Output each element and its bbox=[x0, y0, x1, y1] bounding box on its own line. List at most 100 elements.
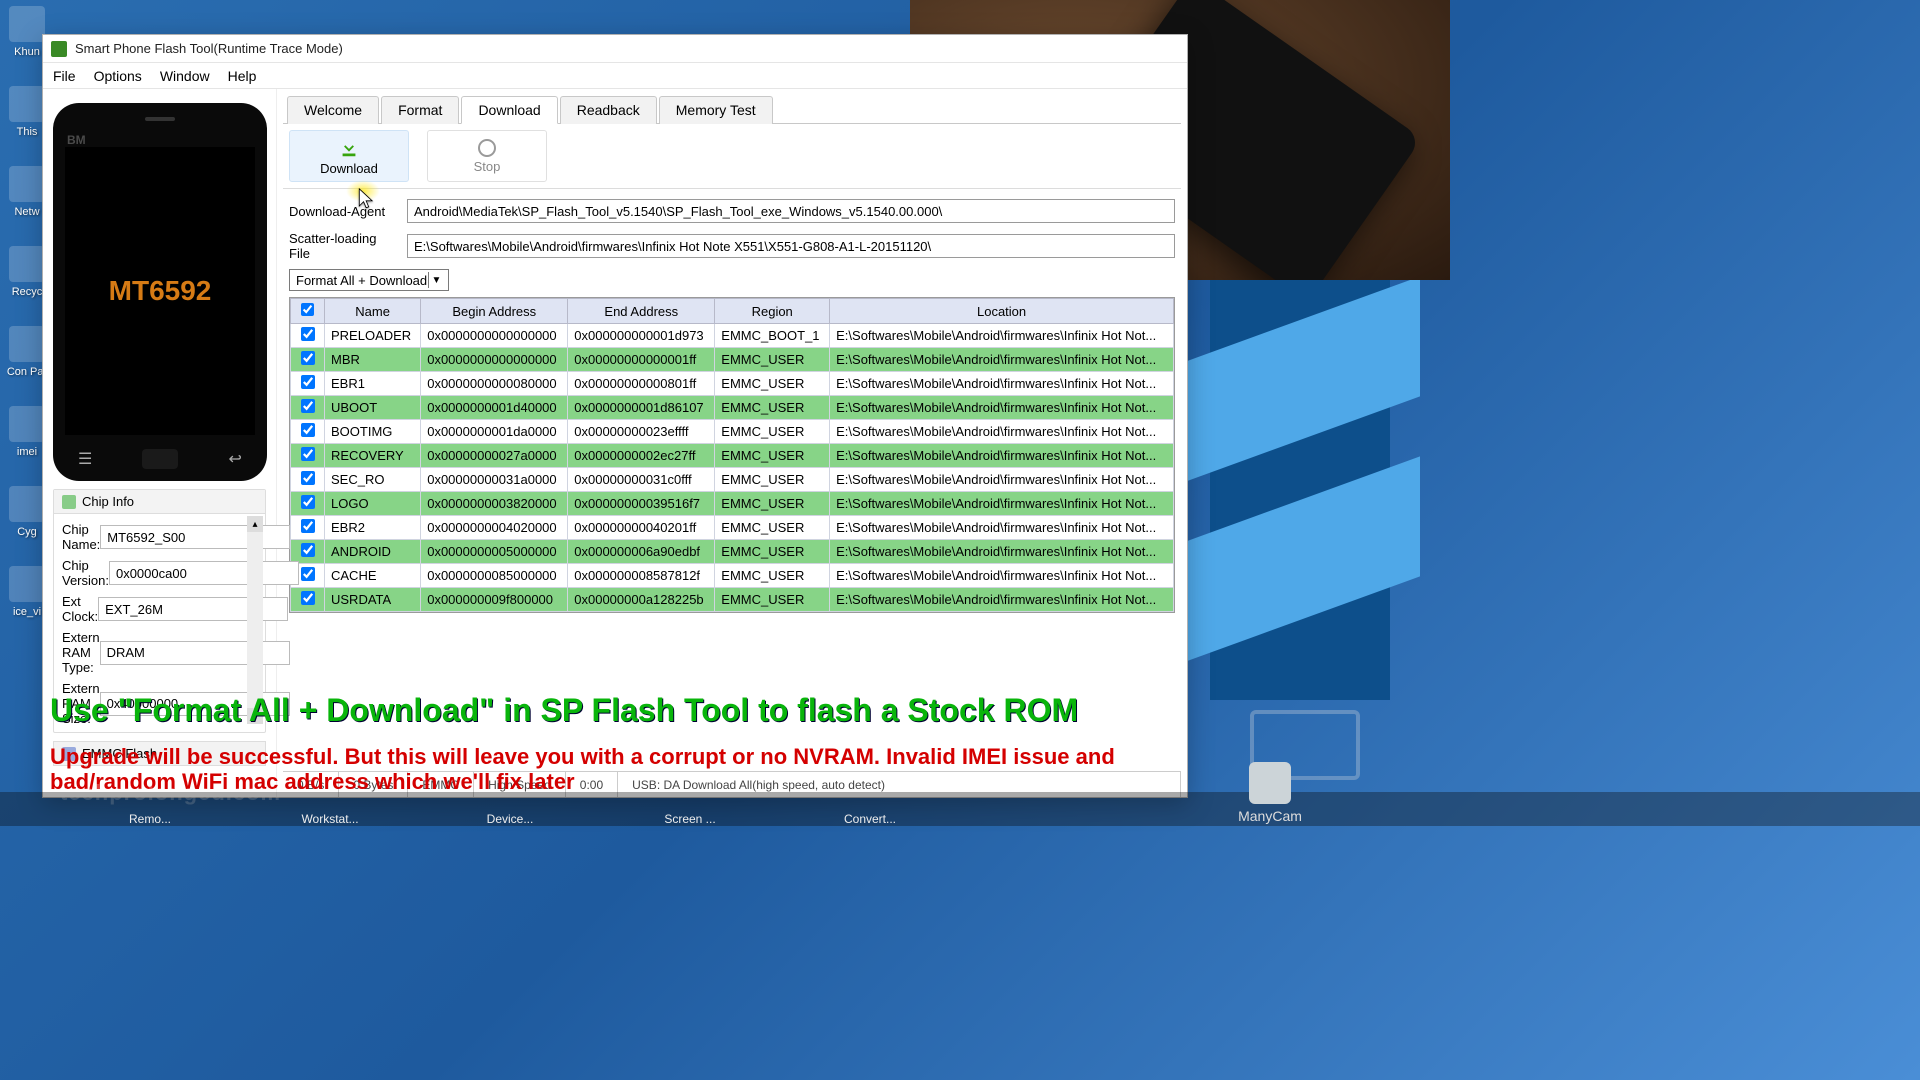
download-agent-field[interactable] bbox=[407, 199, 1175, 223]
col-name[interactable]: Name bbox=[325, 299, 421, 324]
cell-end: 0x000000006a90edbf bbox=[568, 540, 715, 564]
window-title: Smart Phone Flash Tool(Runtime Trace Mod… bbox=[75, 41, 343, 56]
col-end[interactable]: End Address bbox=[568, 299, 715, 324]
tab-memory-test[interactable]: Memory Test bbox=[659, 96, 773, 124]
table-row[interactable]: PRELOADER0x00000000000000000x00000000000… bbox=[291, 324, 1174, 348]
taskbar-item[interactable]: Convert... bbox=[780, 812, 960, 826]
col-begin[interactable]: Begin Address bbox=[421, 299, 568, 324]
cell-begin: 0x0000000001d40000 bbox=[421, 396, 568, 420]
row-checkbox[interactable] bbox=[301, 375, 315, 389]
row-checkbox[interactable] bbox=[301, 519, 315, 533]
cell-location: E:\Softwares\Mobile\Android\firmwares\In… bbox=[830, 492, 1174, 516]
cell-location: E:\Softwares\Mobile\Android\firmwares\In… bbox=[830, 420, 1174, 444]
table-row[interactable]: LOGO0x00000000038200000x00000000039516f7… bbox=[291, 492, 1174, 516]
row-checkbox[interactable] bbox=[301, 423, 315, 437]
menu-window[interactable]: Window bbox=[160, 68, 210, 84]
cell-begin: 0x0000000003820000 bbox=[421, 492, 568, 516]
cell-begin: 0x0000000004020000 bbox=[421, 516, 568, 540]
scatter-file-field[interactable] bbox=[407, 234, 1175, 258]
row-checkbox[interactable] bbox=[301, 471, 315, 485]
cell-location: E:\Softwares\Mobile\Android\firmwares\In… bbox=[830, 468, 1174, 492]
chevron-down-icon: ▼ bbox=[428, 272, 444, 288]
table-row[interactable]: USRDATA0x000000009f8000000x00000000a1282… bbox=[291, 588, 1174, 612]
col-check[interactable] bbox=[291, 299, 325, 324]
cell-location: E:\Softwares\Mobile\Android\firmwares\In… bbox=[830, 540, 1174, 564]
cell-name: EBR2 bbox=[325, 516, 421, 540]
taskbar-item[interactable]: Device... bbox=[420, 812, 600, 826]
cell-region: EMMC_USER bbox=[715, 444, 830, 468]
cell-name: LOGO bbox=[325, 492, 421, 516]
cell-name: MBR bbox=[325, 348, 421, 372]
tray-manycam[interactable]: ManyCam bbox=[1230, 762, 1310, 824]
row-checkbox[interactable] bbox=[301, 327, 315, 341]
col-location[interactable]: Location bbox=[830, 299, 1174, 324]
cell-location: E:\Softwares\Mobile\Android\firmwares\In… bbox=[830, 396, 1174, 420]
table-row[interactable]: UBOOT0x0000000001d400000x0000000001d8610… bbox=[291, 396, 1174, 420]
menu-options[interactable]: Options bbox=[94, 68, 142, 84]
table-row[interactable]: MBR0x00000000000000000x00000000000001ffE… bbox=[291, 348, 1174, 372]
menubar: File Options Window Help bbox=[43, 63, 1187, 89]
cell-begin: 0x0000000085000000 bbox=[421, 564, 568, 588]
stop-button[interactable]: Stop bbox=[427, 130, 547, 182]
cell-region: EMMC_USER bbox=[715, 564, 830, 588]
chip-icon bbox=[62, 495, 76, 509]
download-agent-label: Download-Agent bbox=[289, 204, 399, 219]
table-row[interactable]: SEC_RO0x00000000031a00000x00000000031c0f… bbox=[291, 468, 1174, 492]
table-row[interactable]: EBR20x00000000040200000x00000000040201ff… bbox=[291, 516, 1174, 540]
cell-begin: 0x00000000031a0000 bbox=[421, 468, 568, 492]
tab-welcome[interactable]: Welcome bbox=[287, 96, 379, 124]
cell-region: EMMC_USER bbox=[715, 588, 830, 612]
cell-region: EMMC_USER bbox=[715, 516, 830, 540]
wallpaper-accent bbox=[1210, 280, 1390, 700]
taskbar-item[interactable]: Remo... bbox=[60, 812, 240, 826]
cell-region: EMMC_USER bbox=[715, 372, 830, 396]
row-checkbox[interactable] bbox=[301, 591, 315, 605]
cell-location: E:\Softwares\Mobile\Android\firmwares\In… bbox=[830, 372, 1174, 396]
taskbar-item[interactable]: Screen ... bbox=[600, 812, 780, 826]
row-checkbox[interactable] bbox=[301, 447, 315, 461]
row-checkbox[interactable] bbox=[301, 495, 315, 509]
phone-preview: BM MT6592 ☰↩ bbox=[53, 103, 267, 481]
cell-end: 0x00000000a128225b bbox=[568, 588, 715, 612]
cell-begin: 0x0000000000080000 bbox=[421, 372, 568, 396]
menu-help[interactable]: Help bbox=[228, 68, 257, 84]
table-row[interactable]: ANDROID0x00000000050000000x000000006a90e… bbox=[291, 540, 1174, 564]
chip-version-field[interactable] bbox=[109, 561, 299, 585]
col-region[interactable]: Region bbox=[715, 299, 830, 324]
download-mode-combo[interactable]: Format All + Download ▼ bbox=[289, 269, 449, 291]
table-row[interactable]: EBR10x00000000000800000x00000000000801ff… bbox=[291, 372, 1174, 396]
cell-end: 0x000000008587812f bbox=[568, 564, 715, 588]
row-checkbox[interactable] bbox=[301, 351, 315, 365]
chip-model-text: MT6592 bbox=[109, 275, 212, 307]
menu-file[interactable]: File bbox=[53, 68, 76, 84]
tab-download[interactable]: Download bbox=[461, 96, 557, 124]
cell-name: EBR1 bbox=[325, 372, 421, 396]
cell-region: EMMC_USER bbox=[715, 468, 830, 492]
cell-location: E:\Softwares\Mobile\Android\firmwares\In… bbox=[830, 444, 1174, 468]
cell-begin: 0x000000009f800000 bbox=[421, 588, 568, 612]
check-all[interactable] bbox=[301, 303, 314, 316]
tab-readback[interactable]: Readback bbox=[560, 96, 657, 124]
tab-format[interactable]: Format bbox=[381, 96, 459, 124]
row-checkbox[interactable] bbox=[301, 543, 315, 557]
chip-name-label: Chip Name: bbox=[62, 522, 100, 552]
toolbar: Download Stop bbox=[283, 124, 1181, 189]
cell-end: 0x000000000001d973 bbox=[568, 324, 715, 348]
taskbar-item[interactable]: Workstat... bbox=[240, 812, 420, 826]
titlebar[interactable]: Smart Phone Flash Tool(Runtime Trace Mod… bbox=[43, 35, 1187, 63]
table-row[interactable]: BOOTIMG0x0000000001da00000x00000000023ef… bbox=[291, 420, 1174, 444]
cell-name: RECOVERY bbox=[325, 444, 421, 468]
cell-name: ANDROID bbox=[325, 540, 421, 564]
cell-region: EMMC_USER bbox=[715, 396, 830, 420]
table-row[interactable]: CACHE0x00000000850000000x000000008587812… bbox=[291, 564, 1174, 588]
table-row[interactable]: RECOVERY0x00000000027a00000x0000000002ec… bbox=[291, 444, 1174, 468]
cell-begin: 0x0000000000000000 bbox=[421, 348, 568, 372]
download-button[interactable]: Download bbox=[289, 130, 409, 182]
tab-bar: Welcome Format Download Readback Memory … bbox=[283, 95, 1181, 124]
cell-name: BOOTIMG bbox=[325, 420, 421, 444]
row-checkbox[interactable] bbox=[301, 399, 315, 413]
cell-end: 0x00000000000801ff bbox=[568, 372, 715, 396]
sp-flash-tool-window: Smart Phone Flash Tool(Runtime Trace Mod… bbox=[42, 34, 1188, 798]
row-checkbox[interactable] bbox=[301, 567, 315, 581]
taskbar[interactable]: Remo... Workstat... Device... Screen ...… bbox=[0, 792, 1920, 826]
